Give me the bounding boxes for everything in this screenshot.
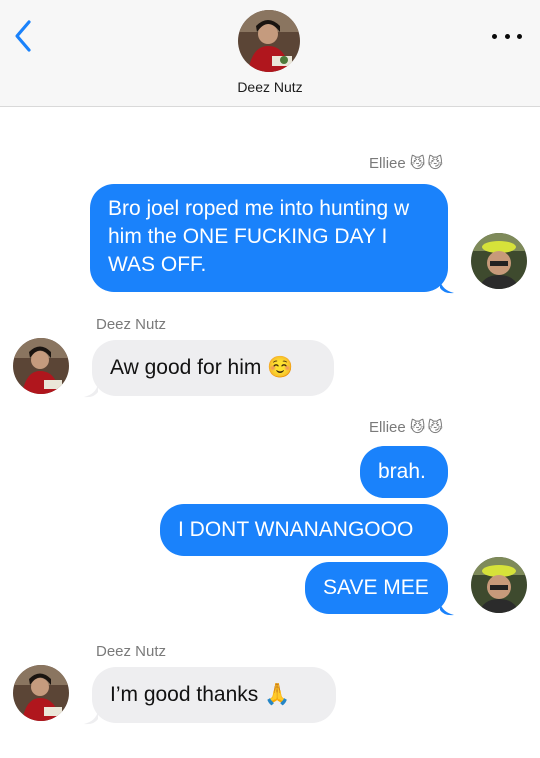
- conversation-header: Deez Nutz: [0, 0, 540, 107]
- bubble-tail: [84, 384, 98, 398]
- bubble-tail: [440, 602, 454, 616]
- bubble-tail: [84, 711, 98, 725]
- my-avatar[interactable]: [471, 233, 527, 289]
- message-bubble-incoming[interactable]: I’m good thanks 🙏: [92, 667, 336, 723]
- back-button[interactable]: [6, 16, 40, 56]
- cat-emoji: 😼😼: [409, 419, 445, 436]
- message-bubble-outgoing[interactable]: Bro joel roped me into hunting w him the…: [90, 184, 448, 292]
- contact-avatar[interactable]: [13, 338, 69, 394]
- contact-avatar[interactable]: [238, 10, 300, 72]
- cat-emoji: 😼😼: [409, 155, 445, 172]
- message-bubble-outgoing[interactable]: I DONT WNANANGOOO: [160, 504, 448, 556]
- chevron-left-icon: [15, 20, 31, 52]
- ellipsis-dot: [504, 33, 510, 39]
- sender-label: Elliee 😼😼: [369, 154, 445, 172]
- my-avatar[interactable]: [471, 557, 527, 613]
- sender-name: Elliee: [369, 419, 406, 436]
- contact-name[interactable]: Deez Nutz: [0, 79, 540, 95]
- sender-name: Elliee: [369, 155, 406, 172]
- sender-label: Elliee 😼😼: [369, 418, 445, 436]
- sender-name: Deez Nutz: [96, 643, 167, 660]
- ellipsis-dot: [517, 33, 522, 39]
- ellipsis-dot: [492, 33, 497, 39]
- more-options-button[interactable]: [492, 24, 522, 48]
- message-bubble-incoming[interactable]: Aw good for him ☺️: [92, 340, 334, 396]
- contact-avatar[interactable]: [13, 665, 69, 721]
- message-bubble-outgoing[interactable]: SAVE MEE: [305, 562, 448, 614]
- sender-name: Deez Nutz: [96, 316, 167, 333]
- bubble-tail: [440, 280, 454, 294]
- message-bubble-outgoing[interactable]: brah.: [360, 446, 448, 498]
